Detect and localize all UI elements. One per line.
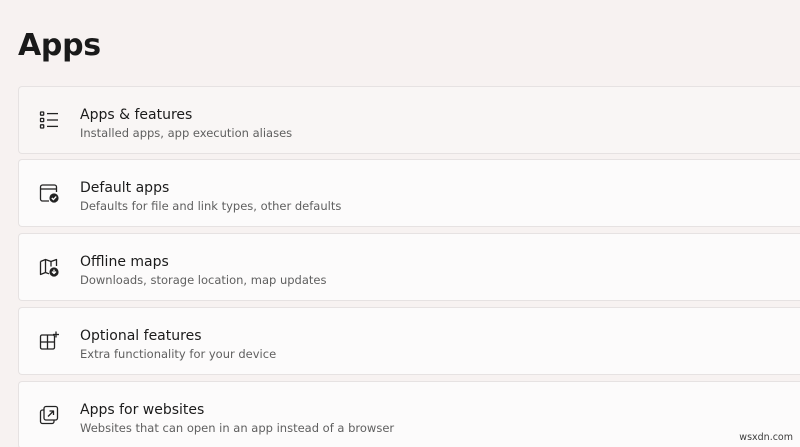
offline-maps-icon [38, 256, 60, 278]
item-description: Defaults for file and link types, other … [80, 199, 342, 213]
item-title: Offline maps [80, 254, 169, 270]
apps-and-features-item[interactable]: Apps & features Installed apps, app exec… [18, 86, 800, 154]
item-description: Installed apps, app execution aliases [80, 126, 293, 140]
item-description: Downloads, storage location, map updates [80, 273, 327, 287]
default-apps-icon [38, 182, 60, 204]
optional-features-item[interactable]: Optional features Extra functionality fo… [18, 307, 800, 375]
item-title: Default apps [80, 180, 170, 196]
offline-maps-item[interactable]: Offline maps Downloads, storage location… [18, 233, 800, 301]
optional-features-icon [38, 330, 60, 352]
item-title: Apps for websites [80, 402, 205, 418]
item-description: Extra functionality for your device [80, 347, 277, 361]
item-title: Optional features [80, 328, 202, 344]
page-title: Apps [18, 28, 101, 63]
item-description: Websites that can open in an app instead… [80, 421, 395, 435]
item-title: Apps & features [80, 107, 193, 123]
apps-for-websites-icon [38, 404, 60, 426]
apps-for-websites-item[interactable]: Apps for websites Websites that can open… [18, 381, 800, 447]
watermark-text: wsxdn.com [739, 432, 793, 443]
default-apps-item[interactable]: Default apps Defaults for file and link … [18, 159, 800, 227]
app-list-icon [38, 109, 60, 131]
